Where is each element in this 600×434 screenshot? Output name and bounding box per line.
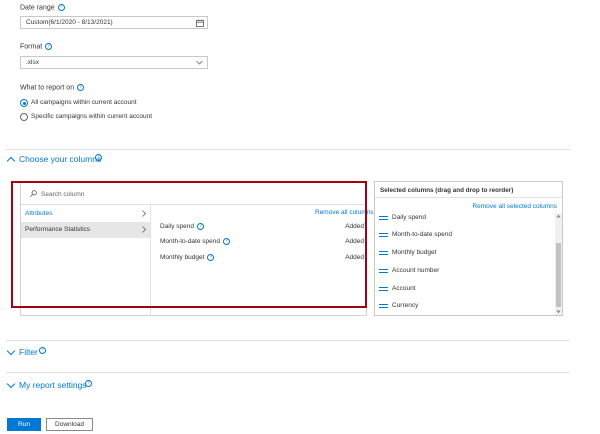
help-icon[interactable]: ?: [45, 43, 53, 50]
scrollbar[interactable]: [555, 213, 562, 315]
help-icon[interactable]: ?: [95, 154, 102, 161]
format-select[interactable]: .xlsx: [20, 56, 208, 69]
choose-columns-header[interactable]: Choose your columns ?: [6, 153, 156, 166]
selected-column-label: Currency: [392, 302, 419, 309]
calendar-icon[interactable]: [196, 19, 204, 27]
remove-all-selected-link[interactable]: Remove all selected columns: [472, 203, 557, 210]
radio-label: Specific campaigns within current accoun…: [31, 113, 153, 120]
date-range-value: Custom(6/1/2020 - 8/13/2021): [26, 19, 113, 26]
scroll-down-icon[interactable]: [556, 310, 561, 314]
selected-column-item[interactable]: Account number: [379, 266, 554, 277]
run-button[interactable]: Run: [7, 418, 41, 431]
drag-handle-icon[interactable]: [379, 269, 388, 273]
chevron-down-icon: [6, 346, 16, 356]
help-icon[interactable]: ?: [57, 4, 65, 11]
section-title: My report settings: [19, 380, 87, 390]
report-on-label: What to report on?: [20, 84, 85, 91]
selected-column-item[interactable]: Daily spend: [379, 213, 554, 224]
date-range-label: Date range?: [20, 4, 65, 11]
chevron-down-icon: [6, 379, 16, 389]
help-icon[interactable]: ?: [77, 84, 85, 91]
help-icon[interactable]: ?: [85, 380, 92, 387]
selected-columns-title: Selected columns (drag and drop to reord…: [380, 187, 514, 194]
selected-column-label: Account: [392, 285, 416, 292]
filter-header[interactable]: Filter ?: [6, 346, 126, 358]
radio-label: All campaigns within current account: [31, 99, 137, 106]
format-value: .xlsx: [26, 59, 39, 66]
help-icon[interactable]: ?: [39, 347, 46, 354]
section-title: Choose your columns: [19, 154, 102, 164]
selected-column-item[interactable]: Month-to-date spend: [379, 230, 554, 241]
selected-column-label: Account number: [392, 267, 440, 274]
scrollbar-thumb[interactable]: [556, 243, 561, 307]
divider: [375, 197, 562, 198]
drag-handle-icon[interactable]: [379, 304, 388, 308]
radio-button[interactable]: [20, 99, 28, 107]
selected-column-label: Month-to-date spend: [392, 231, 452, 238]
radio-all-campaigns[interactable]: All campaigns within current account: [20, 98, 220, 108]
highlight-box: [11, 181, 367, 308]
drag-handle-icon[interactable]: [379, 251, 388, 255]
scroll-up-icon[interactable]: [556, 214, 561, 218]
divider: [6, 340, 570, 341]
chevron-down-icon: [196, 60, 203, 65]
drag-handle-icon[interactable]: [379, 233, 388, 237]
drag-handle-icon[interactable]: [379, 287, 388, 291]
radio-button[interactable]: [20, 113, 28, 121]
selected-column-item[interactable]: Account: [379, 284, 554, 295]
selected-column-label: Daily spend: [392, 214, 426, 221]
selected-column-label: Monthly budget: [392, 249, 437, 256]
divider: [6, 149, 570, 150]
chevron-up-icon: [6, 156, 16, 166]
selected-column-item[interactable]: Monthly budget: [379, 248, 554, 259]
radio-specific-campaigns[interactable]: Specific campaigns within current accoun…: [20, 112, 220, 122]
drag-handle-icon[interactable]: [379, 216, 388, 220]
format-label: Format?: [20, 43, 53, 50]
report-settings-header[interactable]: My report settings ?: [6, 379, 156, 391]
section-title: Filter: [19, 347, 38, 357]
divider: [6, 372, 570, 373]
selected-column-item[interactable]: Currency: [379, 301, 554, 312]
download-button[interactable]: Download: [46, 418, 93, 431]
date-range-field[interactable]: Custom(6/1/2020 - 8/13/2021): [20, 16, 208, 29]
selected-columns-panel: Selected columns (drag and drop to reord…: [374, 181, 563, 316]
